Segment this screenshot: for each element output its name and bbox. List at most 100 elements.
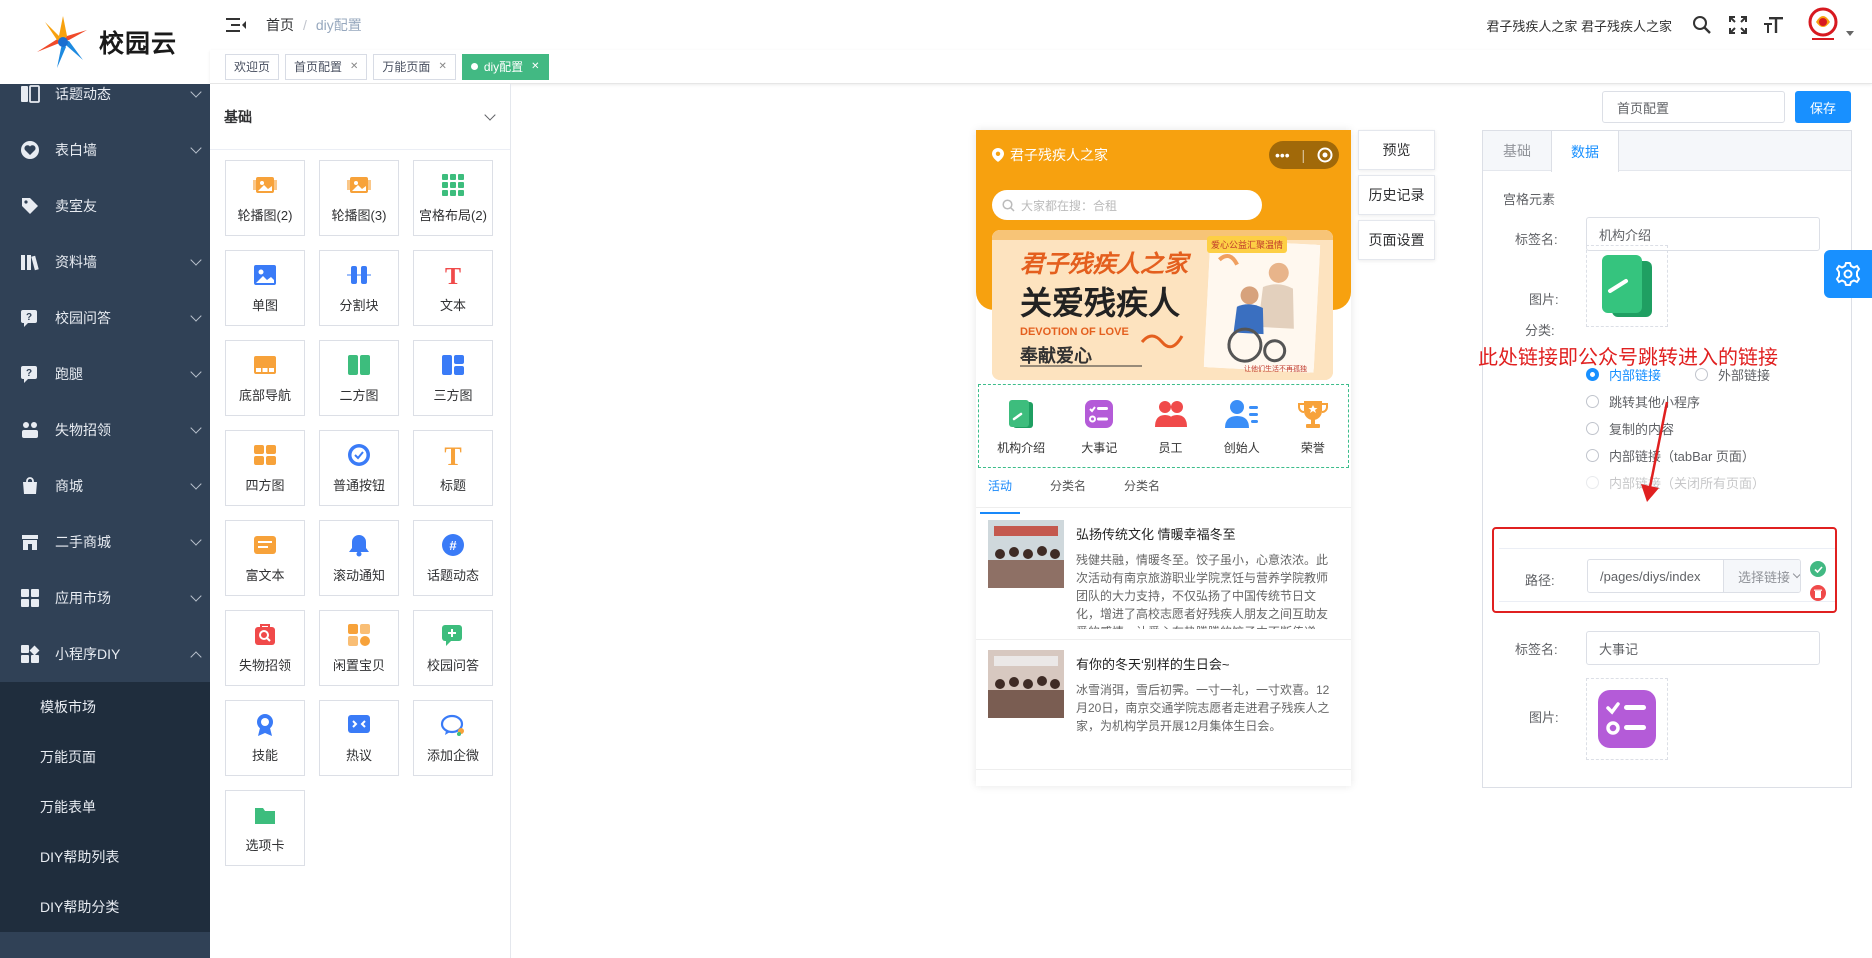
miniprogram-capsule[interactable]: ••• | <box>1269 141 1339 169</box>
sidebar-subitem-1[interactable]: 万能页面 <box>0 732 210 782</box>
sidebar-item-7[interactable]: 商城 <box>0 458 210 514</box>
sidebar-item-9[interactable]: 应用市场 <box>0 570 210 626</box>
banner-badge: 爱心公益汇聚温情 <box>1207 236 1288 253</box>
news-item-0[interactable]: 弘扬传统文化 情暖幸福冬至 残健共融，情暖冬至。饺子虽小，心意浓浓。此次活动有南京… <box>976 510 1351 640</box>
component-20[interactable]: 添加企微 <box>413 700 493 776</box>
component-4[interactable]: 分割块 <box>319 250 399 326</box>
component-5[interactable]: T 文本 <box>413 250 493 326</box>
component-grid: 轮播图(2) 轮播图(3) 宫格布局(2) 单图 分割块 T 文本底部导航 二方图 三方图四方图… <box>210 150 510 866</box>
component-12[interactable]: 富文本 <box>225 520 305 596</box>
sidebar-subitem-3[interactable]: DIY帮助列表 <box>0 832 210 882</box>
close-icon[interactable]: ✕ <box>350 61 358 72</box>
logo[interactable]: 校园云 <box>0 0 210 84</box>
component-18[interactable]: 技能 <box>225 700 305 776</box>
checklist-icon <box>1598 690 1656 748</box>
save-button[interactable]: 保存 <box>1795 91 1851 123</box>
font-size-icon[interactable] <box>1761 12 1787 38</box>
sidebar-item-1[interactable]: 表白墙 <box>0 122 210 178</box>
avatar[interactable] <box>1804 6 1842 44</box>
tag-view-3[interactable]: diy配置 ✕ <box>461 53 549 80</box>
tag-view-2[interactable]: 万能页面 ✕ <box>373 53 456 80</box>
sidebar-item-10[interactable]: 小程序DIY <box>0 626 210 682</box>
image-upload-1[interactable] <box>1586 245 1668 327</box>
close-circle-icon[interactable] <box>1317 147 1333 163</box>
button-icon <box>346 442 372 468</box>
phone-grid-item-3[interactable]: 创始人 <box>1224 397 1260 456</box>
component-0[interactable]: 轮播图(2) <box>225 160 305 236</box>
component-8[interactable]: 三方图 <box>413 340 493 416</box>
fullscreen-icon[interactable] <box>1725 12 1751 38</box>
tag-view-1[interactable]: 首页配置 ✕ <box>285 53 368 80</box>
sidebar-item-6[interactable]: 失物招领 <box>0 402 210 458</box>
component-13[interactable]: 滚动通知 <box>319 520 399 596</box>
sidebar-item-3[interactable]: 资料墙 <box>0 234 210 290</box>
sidebar-subitem-4[interactable]: DIY帮助分类 <box>0 882 210 932</box>
more-dots-icon[interactable]: ••• <box>1275 147 1290 163</box>
settings-gear-button[interactable] <box>1824 250 1872 298</box>
component-6[interactable]: 底部导航 <box>225 340 305 416</box>
component-1[interactable]: 轮播图(3) <box>319 160 399 236</box>
page-select-input[interactable]: 首页配置 <box>1602 91 1785 123</box>
phone-grid-item-2[interactable]: 员工 <box>1154 397 1188 456</box>
preview-button-0[interactable]: 预览 <box>1358 130 1435 170</box>
phone-grid-item-1[interactable]: 大事记 <box>1081 397 1117 456</box>
phone-tabs: 活动 分类名 分类名 <box>976 472 1351 514</box>
component-19[interactable]: 热议 <box>319 700 399 776</box>
apps-icon <box>19 587 41 609</box>
component-17[interactable]: 校园问答 <box>413 610 493 686</box>
phone-banner[interactable]: 君子残疾人之家 关爱残疾人 DEVOTION OF LOVE 奉献爱心 爱心公益… <box>992 230 1333 380</box>
grid-item-icon <box>1004 397 1038 431</box>
component-7[interactable]: 二方图 <box>319 340 399 416</box>
phone-grid-item-0[interactable]: 机构介绍 <box>997 397 1045 456</box>
news-item-1[interactable]: 有你的冬天‘别样的生日会~ 冰雪消弭，雪后初霁。一寸一礼，一寸欢喜。12月20日，… <box>976 640 1351 770</box>
title-icon: T <box>440 442 466 468</box>
hamburger-icon[interactable] <box>226 17 246 33</box>
component-14[interactable]: # 话题动态 <box>413 520 493 596</box>
sidebar-item-4[interactable]: ? 校园问答 <box>0 290 210 346</box>
tag-name-input-2[interactable]: 大事记 <box>1586 631 1820 665</box>
component-21[interactable]: 选项卡 <box>225 790 305 866</box>
divider-icon <box>346 262 372 288</box>
component-label: 添加企微 <box>426 748 479 763</box>
sidebar-item-5[interactable]: ? 跑腿 <box>0 346 210 402</box>
preview-button-2[interactable]: 页面设置 <box>1358 220 1435 260</box>
component-16[interactable]: 闲置宝贝 <box>319 610 399 686</box>
close-icon[interactable]: ✕ <box>531 61 539 72</box>
phone-tab-1[interactable]: 分类名 <box>1050 472 1086 507</box>
component-11[interactable]: T 标题 <box>413 430 493 506</box>
user-dropdown-caret[interactable] <box>1846 30 1854 36</box>
breadcrumb-current: diy配置 <box>315 17 362 33</box>
tab-data[interactable]: 数据 <box>1551 131 1619 172</box>
sidebar-item-2[interactable]: 卖室友 <box>0 178 210 234</box>
phone-tab-2[interactable]: 分类名 <box>1124 472 1160 507</box>
component-section-header[interactable]: 基础 <box>210 84 510 150</box>
tab-basic[interactable]: 基础 <box>1483 131 1551 171</box>
search-icon[interactable] <box>1689 12 1715 38</box>
phone-tab-0[interactable]: 活动 <box>979 472 1021 514</box>
breadcrumb-home[interactable]: 首页 <box>266 15 294 35</box>
radio-link-type-5[interactable]: 内部链接（关闭所有页面） <box>1586 473 1765 492</box>
close-icon[interactable]: ✕ <box>438 61 446 72</box>
phone-location[interactable]: 君子残疾人之家 <box>992 145 1108 165</box>
component-15[interactable]: 失物招领 <box>225 610 305 686</box>
preview-button-1[interactable]: 历史记录 <box>1358 175 1435 215</box>
image-upload-2[interactable] <box>1586 678 1668 760</box>
tag-view-0[interactable]: 欢迎页 <box>225 53 280 80</box>
svg-text:?: ? <box>26 312 32 323</box>
image-icon <box>252 262 278 288</box>
carousel-icon <box>346 172 372 198</box>
sidebar-item-8[interactable]: 二手商城 <box>0 514 210 570</box>
sidebar-subitem-0[interactable]: 模板市场 <box>0 682 210 732</box>
section-grid-elements: 宫格元素 <box>1503 192 1556 207</box>
topic-icon <box>19 83 41 105</box>
component-10[interactable]: 普通按钮 <box>319 430 399 506</box>
tag-label: 欢迎页 <box>234 60 271 74</box>
component-9[interactable]: 四方图 <box>225 430 305 506</box>
component-3[interactable]: 单图 <box>225 250 305 326</box>
errand-icon: ? <box>19 363 41 385</box>
phone-grid-item-4[interactable]: 荣誉 <box>1296 397 1330 456</box>
phone-search-bar[interactable]: 大家都在搜：合租 <box>992 190 1262 220</box>
sidebar-subitem-2[interactable]: 万能表单 <box>0 782 210 832</box>
component-2[interactable]: 宫格布局(2) <box>413 160 493 236</box>
component-label: 轮播图(3) <box>331 208 387 223</box>
